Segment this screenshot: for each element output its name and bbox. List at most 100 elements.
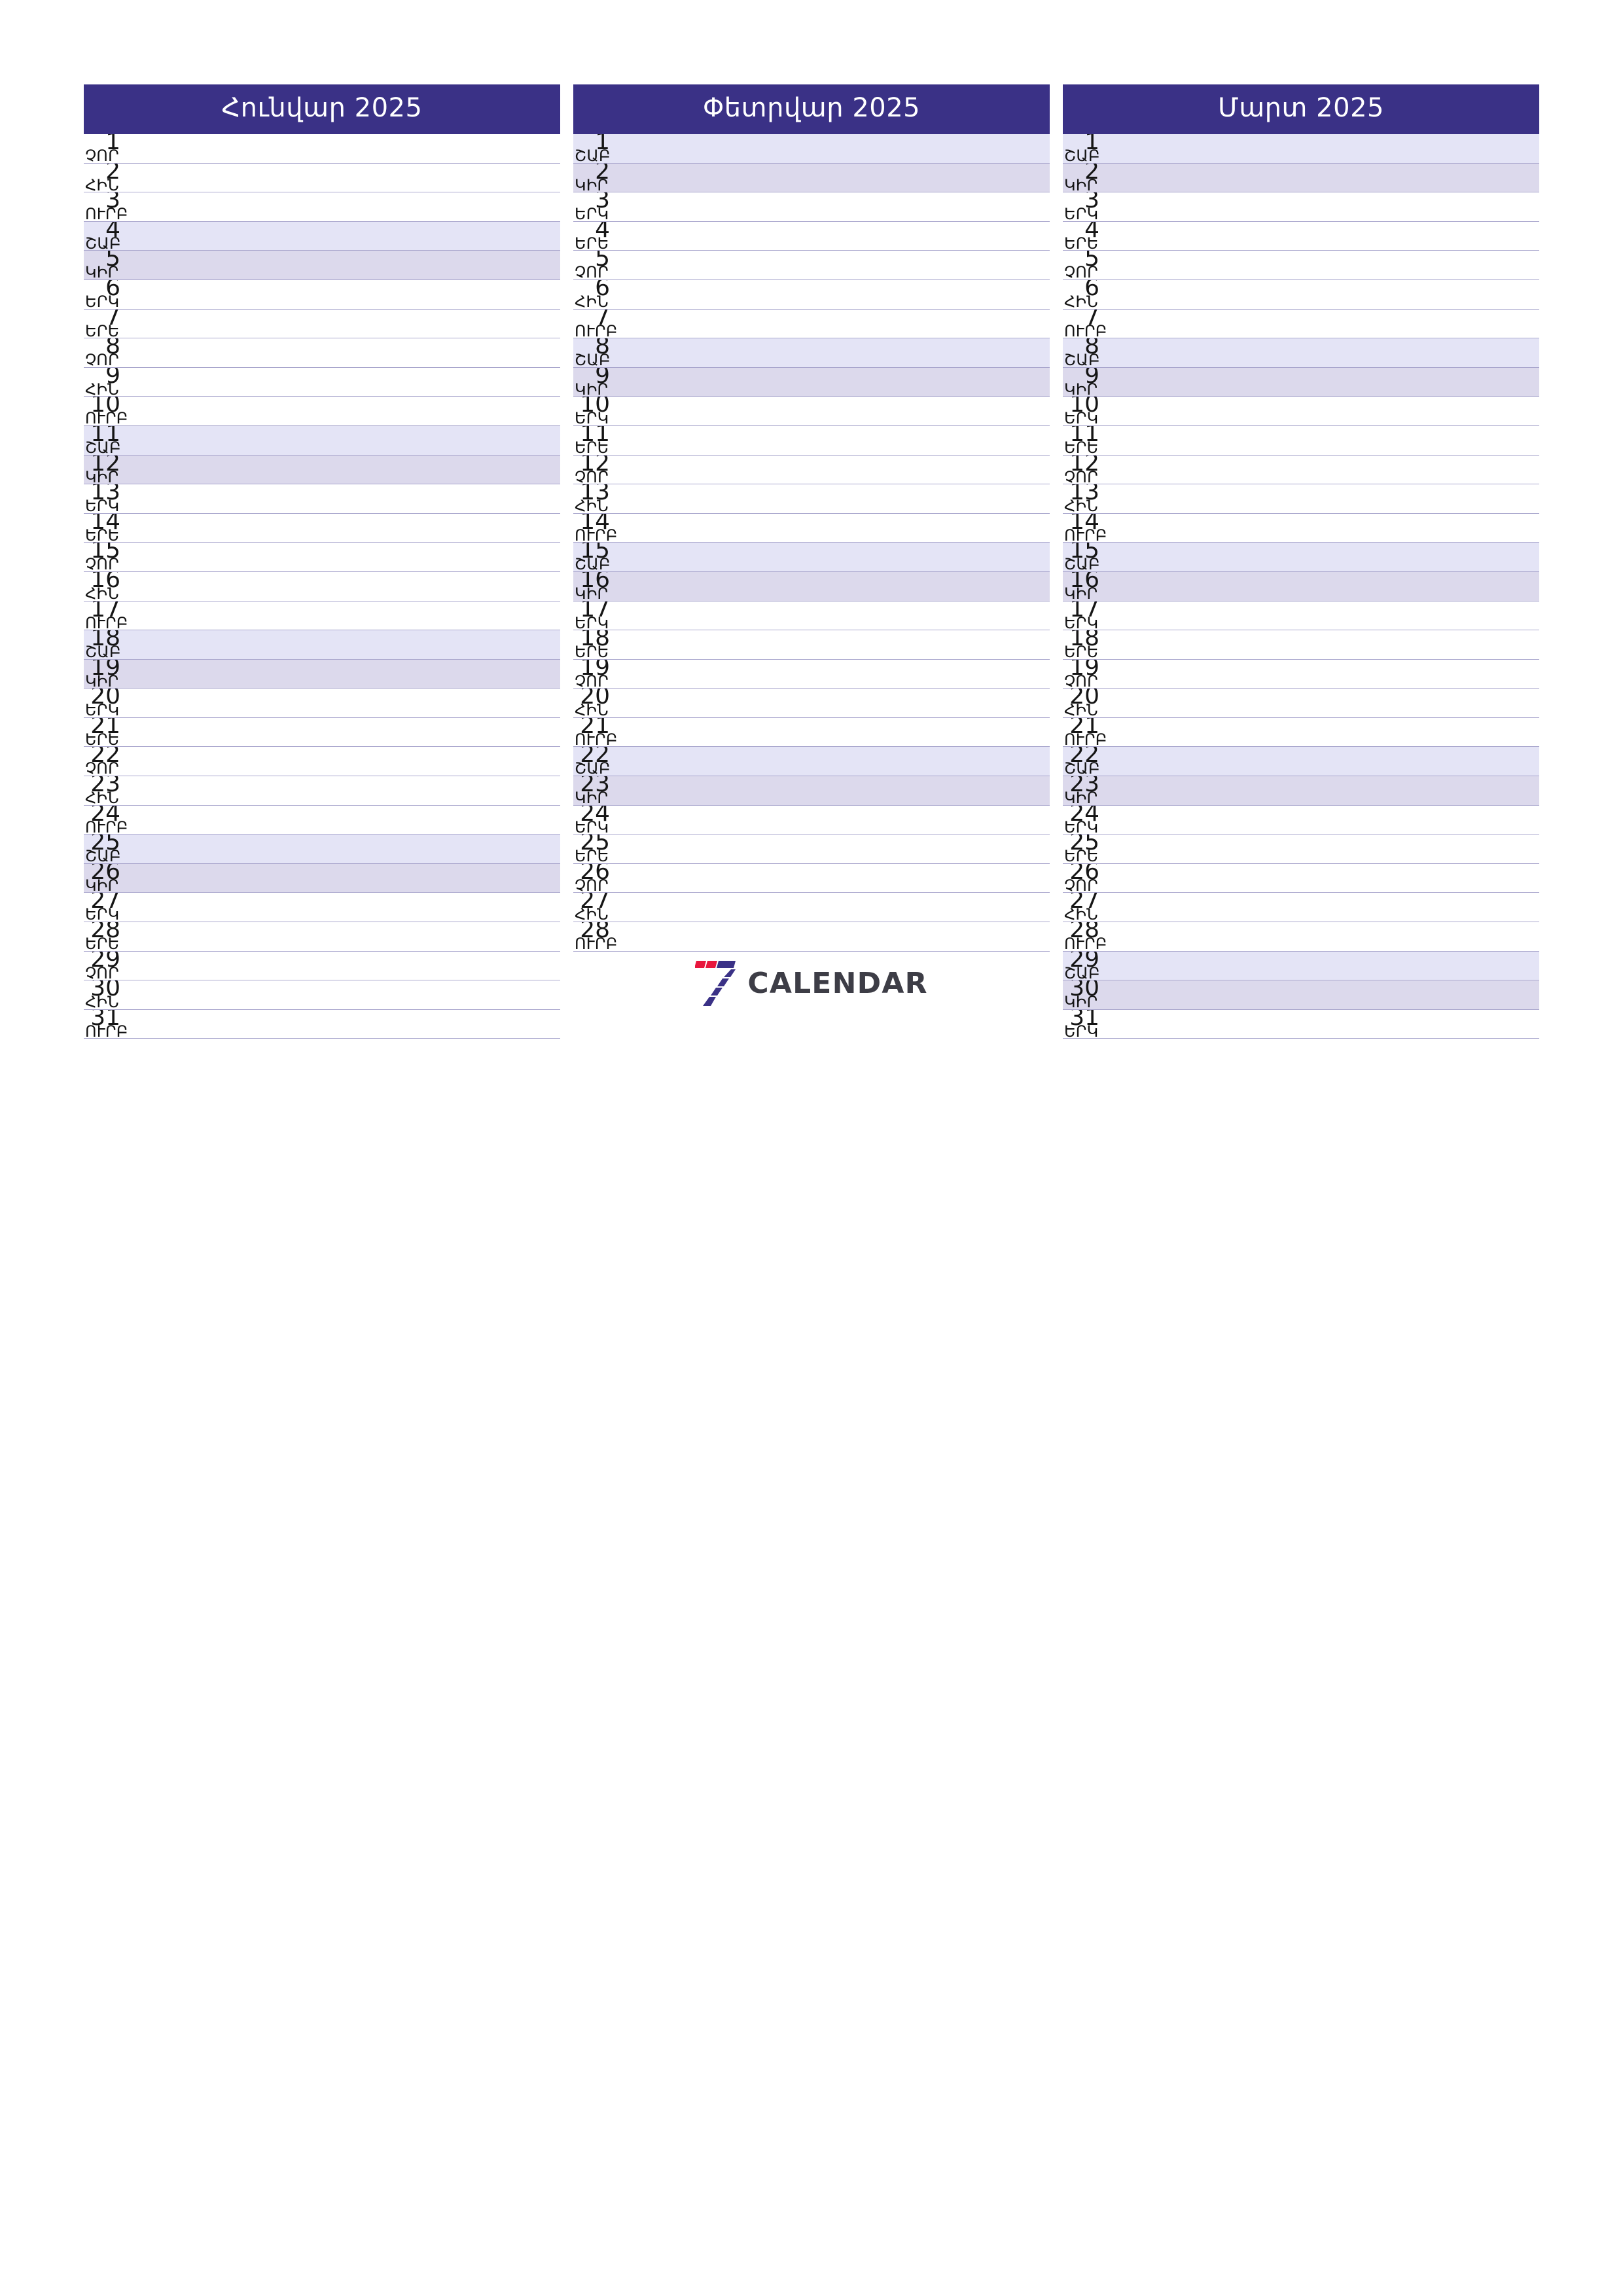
day-row[interactable]: 16 ԿԻՐ bbox=[573, 571, 1050, 601]
day-row[interactable]: 14 ՈՒՐԲ bbox=[573, 513, 1050, 543]
day-row[interactable]: 13 ՀԻՆ bbox=[1063, 484, 1539, 514]
day-row[interactable]: 18 ԵՐԵ bbox=[1063, 630, 1539, 660]
day-row[interactable]: 10 ՈՒՐԲ bbox=[84, 397, 560, 426]
day-row[interactable]: 8 ՉՈՐ bbox=[84, 338, 560, 368]
day-row[interactable]: 19 ԿԻՐ bbox=[84, 659, 560, 689]
day-row[interactable]: 25 ԵՐԵ bbox=[1063, 834, 1539, 864]
day-row[interactable]: 8 ՇԱԲ bbox=[1063, 338, 1539, 368]
day-row[interactable]: 30 ՀԻՆ bbox=[84, 980, 560, 1010]
day-row[interactable]: 3 ԵՐԿ bbox=[573, 192, 1050, 222]
weekday-abbrev: ՇԱԲ bbox=[1064, 351, 1100, 368]
day-row[interactable]: 15 ՇԱԲ bbox=[1063, 543, 1539, 572]
day-row[interactable]: 2 ԿԻՐ bbox=[573, 163, 1050, 193]
weekday-abbrev: ԵՐԵ bbox=[1064, 643, 1099, 660]
day-row[interactable]: 1 ՇԱԲ bbox=[573, 134, 1050, 164]
day-row[interactable]: 7 ԵՐԵ bbox=[84, 309, 560, 339]
day-row[interactable]: 27 ԵՐԿ bbox=[84, 893, 560, 923]
day-row[interactable]: 7 ՈՒՐԲ bbox=[573, 309, 1050, 339]
day-row[interactable]: 27 ՀԻՆ bbox=[1063, 893, 1539, 923]
day-row[interactable]: 1 ՇԱԲ bbox=[1063, 134, 1539, 164]
day-row[interactable]: 23 ՀԻՆ bbox=[84, 776, 560, 806]
day-row[interactable]: 24 ԵՐԿ bbox=[573, 805, 1050, 835]
day-row[interactable]: 26 ՉՈՐ bbox=[573, 863, 1050, 893]
day-row[interactable]: 4 ՇԱԲ bbox=[84, 221, 560, 251]
day-row[interactable]: 6 ՀԻՆ bbox=[1063, 279, 1539, 310]
day-row[interactable]: 21 ՈՒՐԲ bbox=[1063, 717, 1539, 747]
day-row[interactable]: 16 ԿԻՐ bbox=[1063, 571, 1539, 601]
day-row[interactable]: 29 ՇԱԲ bbox=[1063, 951, 1539, 981]
day-row[interactable]: 22 ՇԱԲ bbox=[573, 747, 1050, 777]
day-row[interactable]: 9 ՀԻՆ bbox=[84, 367, 560, 397]
day-row[interactable]: 19 ՉՈՐ bbox=[1063, 659, 1539, 689]
day-row[interactable]: 14 ՈՒՐԲ bbox=[1063, 513, 1539, 543]
day-row[interactable]: 20 ՀԻՆ bbox=[573, 689, 1050, 718]
day-row[interactable]: 3 ՈՒՐԲ bbox=[84, 192, 560, 222]
day-row[interactable]: 11 ԵՐԵ bbox=[1063, 425, 1539, 456]
day-row[interactable]: 22 ՇԱԲ bbox=[1063, 747, 1539, 777]
weekday-abbrev: ՀԻՆ bbox=[575, 905, 609, 923]
day-row[interactable]: 10 ԵՐԿ bbox=[1063, 397, 1539, 426]
day-row[interactable]: 18 ԵՐԵ bbox=[573, 630, 1050, 660]
day-row[interactable]: 28 ՈՒՐԲ bbox=[573, 922, 1050, 952]
day-row[interactable]: 15 ՉՈՐ bbox=[84, 543, 560, 572]
day-row[interactable]: 24 ԵՐԿ bbox=[1063, 805, 1539, 835]
day-row[interactable]: 3 ԵՐԿ bbox=[1063, 192, 1539, 222]
day-row[interactable]: 20 ԵՐԿ bbox=[84, 689, 560, 718]
day-row[interactable]: 11 ԵՐԵ bbox=[573, 425, 1050, 456]
day-row[interactable]: 8 ՇԱԲ bbox=[573, 338, 1050, 368]
day-row[interactable]: 27 ՀԻՆ bbox=[573, 893, 1050, 923]
day-row[interactable]: 10 ԵՐԿ bbox=[573, 397, 1050, 426]
day-row[interactable]: 17 ԵՐԿ bbox=[573, 601, 1050, 631]
day-row[interactable]: 16 ՀԻՆ bbox=[84, 571, 560, 601]
day-row[interactable]: 9 ԿԻՐ bbox=[573, 367, 1050, 397]
day-row[interactable]: 26 ԿԻՐ bbox=[84, 863, 560, 893]
day-row[interactable]: 6 ԵՐԿ bbox=[84, 279, 560, 310]
day-row[interactable]: 28 ԵՐԵ bbox=[84, 922, 560, 952]
weekday-abbrev: ՀԻՆ bbox=[575, 497, 609, 514]
day-row[interactable]: 4 ԵՐԵ bbox=[573, 221, 1050, 251]
day-row[interactable]: 12 ՉՈՐ bbox=[573, 455, 1050, 485]
day-row[interactable]: 24 ՈՒՐԲ bbox=[84, 805, 560, 835]
day-row[interactable]: 20 ՀԻՆ bbox=[1063, 689, 1539, 718]
day-row[interactable]: 4 ԵՐԵ bbox=[1063, 221, 1539, 251]
day-row[interactable]: 21 ՈՒՐԲ bbox=[573, 717, 1050, 747]
day-row[interactable]: 26 ՉՈՐ bbox=[1063, 863, 1539, 893]
day-row[interactable]: 2 ԿԻՐ bbox=[1063, 163, 1539, 193]
day-row[interactable]: 28 ՈՒՐԲ bbox=[1063, 922, 1539, 952]
day-row[interactable]: 17 ՈՒՐԲ bbox=[84, 601, 560, 631]
day-row[interactable]: 5 ՉՈՐ bbox=[1063, 251, 1539, 280]
day-row[interactable]: 6 ՀԻՆ bbox=[573, 279, 1050, 310]
day-row[interactable]: 21 ԵՐԵ bbox=[84, 717, 560, 747]
day-row[interactable]: 29 ՉՈՐ bbox=[84, 951, 560, 981]
day-row[interactable]: 30 ԿԻՐ bbox=[1063, 980, 1539, 1010]
weekday-abbrev: ԿԻՐ bbox=[85, 467, 119, 485]
day-row[interactable]: 9 ԿԻՐ bbox=[1063, 367, 1539, 397]
weekday-abbrev: ԵՐԿ bbox=[85, 497, 120, 514]
weekday-abbrev: ՉՈՐ bbox=[1064, 467, 1098, 485]
day-row[interactable]: 17 ԵՐԿ bbox=[1063, 601, 1539, 631]
day-row[interactable]: 12 ԿԻՐ bbox=[84, 455, 560, 485]
day-row[interactable]: 5 ՉՈՐ bbox=[573, 251, 1050, 280]
day-row[interactable]: 31 ՈՒՐԲ bbox=[84, 1009, 560, 1039]
day-row[interactable]: 1 ՉՈՐ bbox=[84, 134, 560, 164]
day-row[interactable]: 13 ԵՐԿ bbox=[84, 484, 560, 514]
day-row[interactable]: 13 ՀԻՆ bbox=[573, 484, 1050, 514]
day-row[interactable]: 12 ՉՈՐ bbox=[1063, 455, 1539, 485]
day-row[interactable]: 23 ԿԻՐ bbox=[573, 776, 1050, 806]
day-row[interactable]: 18 ՇԱԲ bbox=[84, 630, 560, 660]
day-row[interactable]: 23 ԿԻՐ bbox=[1063, 776, 1539, 806]
day-row[interactable]: 19 ՉՈՐ bbox=[573, 659, 1050, 689]
day-row[interactable]: 5 ԿԻՐ bbox=[84, 251, 560, 280]
weekday-abbrev: ՈՒՐԲ bbox=[575, 730, 618, 747]
day-row[interactable]: 14 ԵՐԵ bbox=[84, 513, 560, 543]
day-row[interactable]: 25 ՇԱԲ bbox=[84, 834, 560, 864]
day-row[interactable]: 31 ԵՐԿ bbox=[1063, 1009, 1539, 1039]
weekday-abbrev: ՀԻՆ bbox=[85, 789, 119, 806]
day-row[interactable]: 7 ՈՒՐԲ bbox=[1063, 309, 1539, 339]
day-row[interactable]: 2 ՀԻՆ bbox=[84, 163, 560, 193]
day-row[interactable]: 25 ԵՐԵ bbox=[573, 834, 1050, 864]
day-row[interactable]: 22 ՉՈՐ bbox=[84, 747, 560, 777]
day-row[interactable]: 11 ՇԱԲ bbox=[84, 425, 560, 456]
weekday-abbrev: ՉՈՐ bbox=[575, 876, 609, 893]
day-row[interactable]: 15 ՇԱԲ bbox=[573, 543, 1050, 572]
